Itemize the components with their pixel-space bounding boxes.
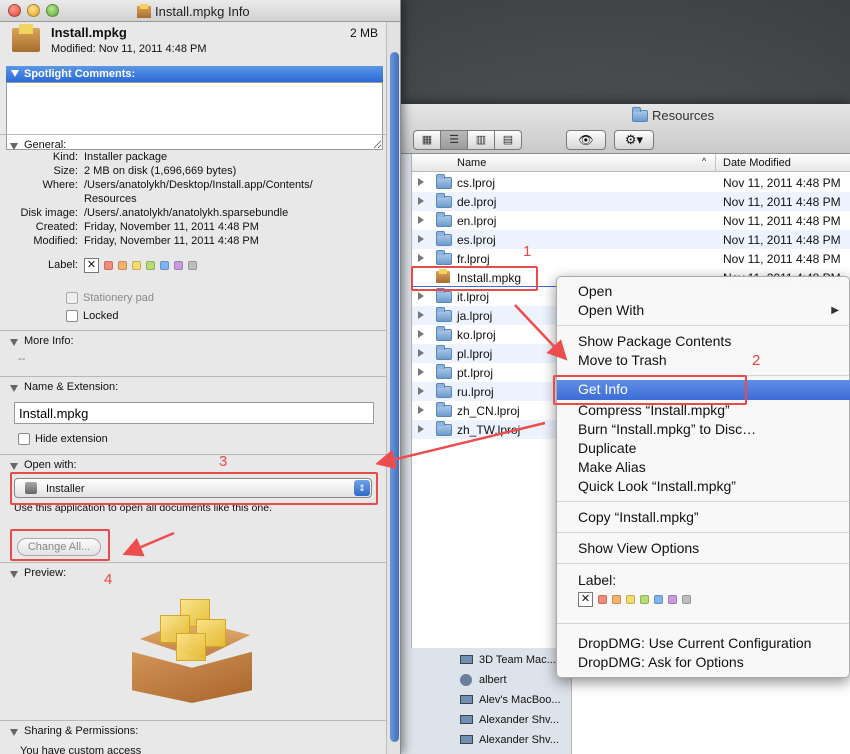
arrow-to-change-all — [122, 531, 175, 557]
annotation-arrows — [122, 304, 568, 557]
arrow-to-open-with — [375, 421, 546, 470]
arrow-to-move-to-trash — [514, 304, 568, 361]
